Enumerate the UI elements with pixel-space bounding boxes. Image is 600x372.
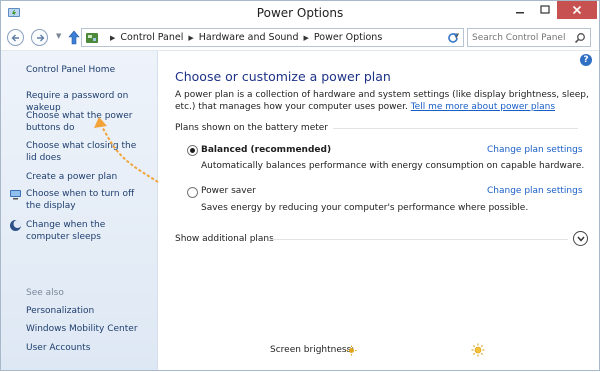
minimize-icon xyxy=(515,12,524,14)
radio-selected-dot xyxy=(190,148,195,153)
power-saver-radio[interactable] xyxy=(187,187,198,198)
breadcrumb-hardware-and-sound[interactable]: Hardware and Sound xyxy=(199,32,299,43)
refresh-icon xyxy=(448,33,458,43)
breadcrumb-control-panel[interactable]: Control Panel xyxy=(120,32,183,43)
breadcrumb-power-options[interactable]: Power Options xyxy=(314,32,382,43)
display-icon xyxy=(10,190,21,200)
search-icon[interactable] xyxy=(574,32,586,44)
sidebar-link-control-panel-home[interactable]: Control Panel Home xyxy=(26,64,154,76)
expand-additional-plans-button[interactable] xyxy=(573,231,588,246)
maximize-button[interactable] xyxy=(532,1,557,19)
minimize-button[interactable] xyxy=(507,1,532,19)
plan-description-balanced: Automatically balances performance with … xyxy=(201,161,585,171)
close-button[interactable] xyxy=(557,1,597,19)
up-arrow-icon[interactable] xyxy=(67,30,81,46)
address-bar[interactable]: ▶ Control Panel ▶ Hardware and Sound ▶ P… xyxy=(81,28,464,47)
chevron-down-icon xyxy=(576,236,585,242)
sidebar: Control Panel Home Require a password on… xyxy=(1,51,158,370)
see-also-label: See also xyxy=(26,288,64,298)
section-label: Plans shown on the battery meter xyxy=(175,123,329,133)
sidebar-link-computer-sleeps[interactable]: Change when the computer sleeps xyxy=(26,219,144,243)
power-options-window: Power Options ▼ ▶ Control Panel ▶ Hardwa… xyxy=(0,0,600,371)
brightness-low-icon[interactable] xyxy=(346,345,357,356)
plan-description-power-saver: Saves energy by reducing your computer's… xyxy=(201,203,529,213)
search-input[interactable] xyxy=(468,29,568,46)
breadcrumb-separator: ▶ xyxy=(110,33,116,42)
search-box[interactable] xyxy=(467,28,591,47)
sidebar-link-turn-off-display[interactable]: Choose when to turn off the display xyxy=(26,188,144,212)
forward-arrow-icon xyxy=(36,34,44,41)
brightness-high-icon[interactable] xyxy=(471,343,485,357)
show-additional-plans-label[interactable]: Show additional plans xyxy=(175,234,274,244)
help-button[interactable]: ? xyxy=(580,54,592,66)
close-icon xyxy=(572,5,582,15)
tell-me-more-link[interactable]: Tell me more about power plans xyxy=(411,102,555,112)
forward-button[interactable] xyxy=(31,29,48,46)
control-panel-icon xyxy=(86,32,98,43)
navigation-bar: ▼ ▶ Control Panel ▶ Hardware and Sound ▶… xyxy=(1,25,599,51)
change-plan-settings-balanced[interactable]: Change plan settings xyxy=(487,145,583,155)
sidebar-link-user-accounts[interactable]: User Accounts xyxy=(26,342,154,354)
page-description: A power plan is a collection of hardware… xyxy=(175,89,590,113)
plan-name-power-saver[interactable]: Power saver xyxy=(201,186,256,196)
sleep-moon-icon xyxy=(10,220,22,231)
balanced-radio[interactable] xyxy=(187,145,198,156)
section-divider xyxy=(333,128,578,129)
change-plan-settings-power-saver[interactable]: Change plan settings xyxy=(487,186,583,196)
breadcrumb-separator: ▶ xyxy=(188,33,194,42)
screen-brightness-label: Screen brightness: xyxy=(270,345,355,355)
refresh-button[interactable] xyxy=(444,30,462,46)
sidebar-link-power-buttons[interactable]: Choose what the power buttons do xyxy=(26,110,138,134)
additional-divider xyxy=(270,239,568,240)
title-bar: Power Options xyxy=(1,1,599,25)
breadcrumb-separator: ▶ xyxy=(303,33,309,42)
maximize-icon xyxy=(539,5,550,14)
back-arrow-icon xyxy=(11,34,19,41)
sidebar-link-personalization[interactable]: Personalization xyxy=(26,305,154,317)
sidebar-link-closing-lid[interactable]: Choose what closing the lid does xyxy=(26,140,144,164)
recent-pages-dropdown[interactable]: ▼ xyxy=(56,32,61,40)
plan-name-balanced[interactable]: Balanced (recommended) xyxy=(201,145,331,155)
page-heading: Choose or customize a power plan xyxy=(175,69,391,84)
sidebar-link-create-power-plan[interactable]: Create a power plan xyxy=(26,171,154,183)
main-content: ? Choose or customize a power plan A pow… xyxy=(158,51,599,370)
back-button[interactable] xyxy=(7,29,24,46)
sidebar-link-mobility-center[interactable]: Windows Mobility Center xyxy=(26,323,154,335)
